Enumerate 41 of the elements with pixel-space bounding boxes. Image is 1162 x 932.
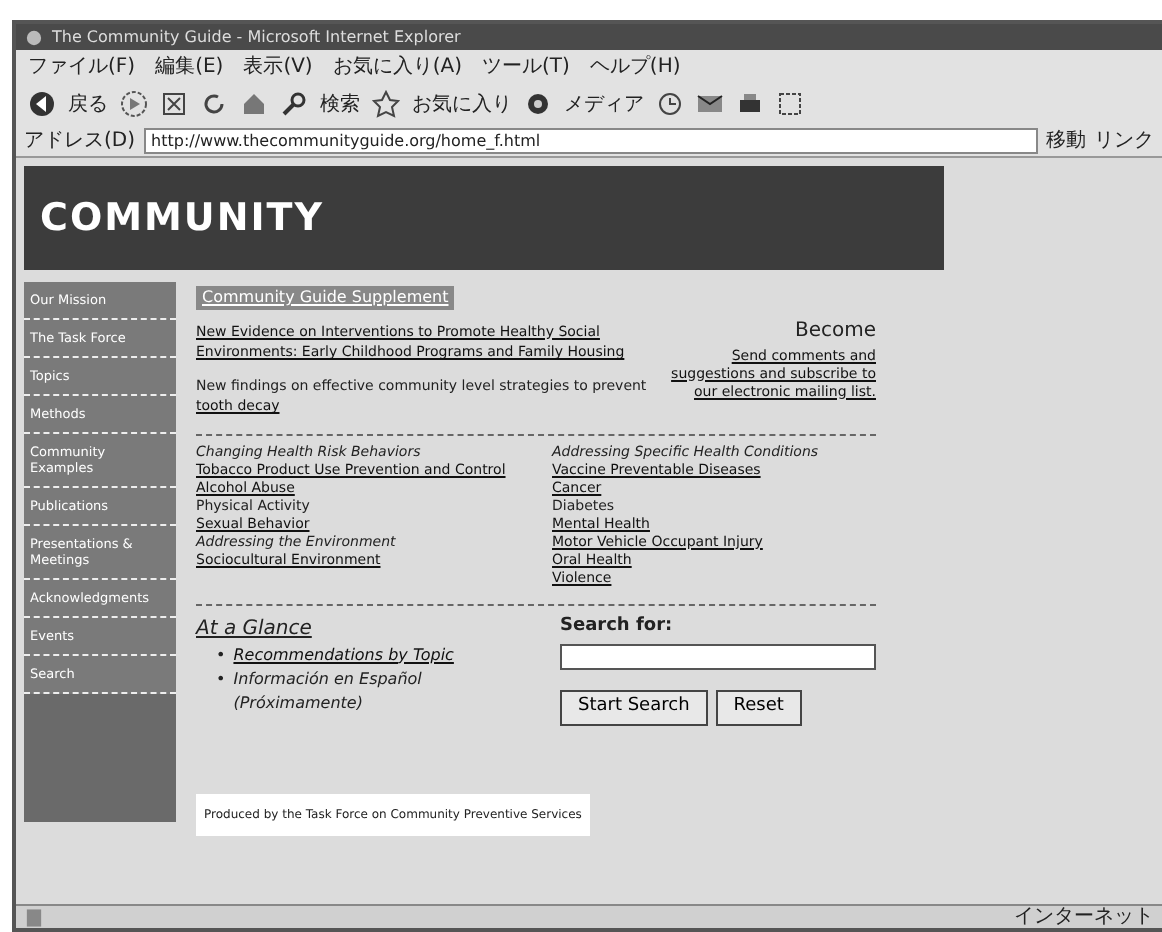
back-icon[interactable] bbox=[28, 90, 56, 118]
menu-item[interactable]: 編集(E) bbox=[155, 52, 224, 80]
printer-icon[interactable] bbox=[736, 90, 764, 118]
search-field[interactable] bbox=[560, 644, 876, 670]
become-title: Become bbox=[792, 321, 876, 339]
menu-item[interactable]: ツール(T) bbox=[482, 52, 570, 80]
history-icon[interactable] bbox=[656, 90, 684, 118]
search-icon[interactable] bbox=[280, 90, 308, 118]
toolbar-label[interactable]: 検索 bbox=[320, 89, 360, 119]
menu-item[interactable]: 表示(V) bbox=[243, 52, 313, 80]
glance-text: Información en Español (Próximamente) bbox=[233, 667, 424, 715]
glance-title: At a Glance bbox=[196, 615, 314, 643]
reset-button[interactable]: Reset bbox=[715, 690, 802, 725]
menu-item[interactable]: ヘルプ(H) bbox=[589, 52, 681, 80]
status-zone: インターネット bbox=[1014, 904, 1154, 932]
bullet: • bbox=[216, 643, 226, 667]
window-title: The Community Guide - Microsoft Internet Explorer bbox=[52, 25, 461, 49]
section-heading: Community Guide Supplement bbox=[196, 286, 455, 310]
page-icon[interactable] bbox=[24, 903, 44, 931]
search-button[interactable]: Start Search bbox=[560, 690, 708, 725]
stop-icon[interactable] bbox=[160, 90, 188, 118]
bullet: • bbox=[216, 667, 226, 691]
links-button[interactable]: リンク bbox=[1094, 126, 1154, 156]
toolbar-label[interactable]: お気に入り bbox=[412, 89, 512, 119]
star-icon[interactable] bbox=[372, 90, 400, 118]
toolbar-label[interactable]: 戻る bbox=[68, 89, 108, 119]
go-button[interactable]: 移動 bbox=[1046, 126, 1086, 156]
edit-icon[interactable] bbox=[776, 90, 804, 118]
home-icon[interactable] bbox=[240, 90, 268, 118]
address-field[interactable]: http://www.thecommunityguide.org/home_f.html bbox=[143, 128, 1038, 154]
forward-icon[interactable] bbox=[120, 90, 148, 118]
mail-icon[interactable] bbox=[696, 90, 724, 118]
glance-link[interactable]: Recommendations by Topic bbox=[233, 643, 454, 667]
address-label: アドレス(D) bbox=[24, 128, 136, 156]
menu-item[interactable]: ファイル(F) bbox=[28, 52, 136, 80]
toolbar-label[interactable]: メディア bbox=[564, 89, 644, 119]
menu-item[interactable]: お気に入り(A) bbox=[332, 52, 462, 80]
banner-title: COMMUNITY bbox=[40, 193, 325, 244]
media-icon[interactable] bbox=[524, 90, 552, 118]
refresh-icon[interactable] bbox=[200, 90, 228, 118]
search-label: Search for: bbox=[560, 613, 675, 639]
